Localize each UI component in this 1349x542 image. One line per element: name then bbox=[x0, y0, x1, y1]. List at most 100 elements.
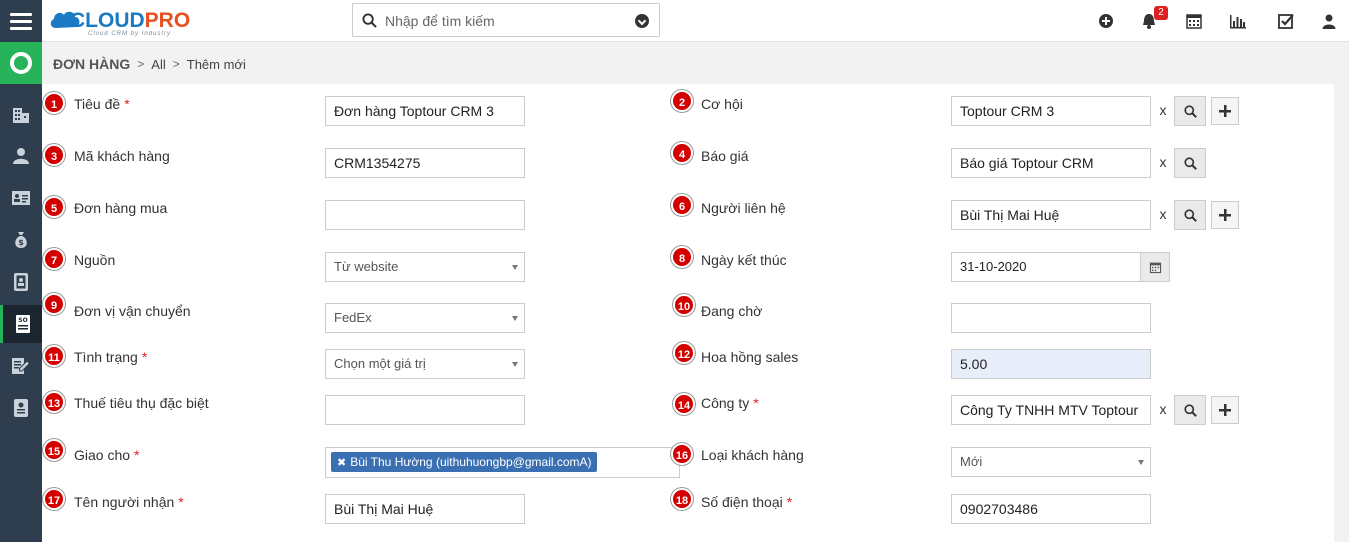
top-bar: CLOUDPRO Cloud CRM by Industry 2 bbox=[0, 0, 1349, 42]
carrier-select[interactable]: FedEx bbox=[325, 303, 525, 333]
carrier-label: Đơn vị vận chuyển bbox=[74, 303, 191, 319]
quote-input[interactable]: Báo giá Toptour CRM bbox=[951, 148, 1151, 178]
required-asterisk: * bbox=[753, 395, 759, 411]
home-icon[interactable] bbox=[0, 42, 42, 84]
add-contact-button[interactable] bbox=[1211, 201, 1239, 229]
caret-down-icon bbox=[512, 316, 518, 321]
clear-quote-button[interactable]: x bbox=[1152, 148, 1174, 178]
building-icon[interactable] bbox=[0, 96, 42, 134]
sales-commission-label: Hoa hồng sales bbox=[701, 349, 798, 365]
contact-label: Người liên hệ bbox=[701, 200, 786, 216]
search-icon[interactable] bbox=[362, 13, 377, 28]
edit-document-icon[interactable] bbox=[0, 347, 42, 385]
customer-type-select-value: Mới bbox=[960, 454, 983, 469]
assigned-to-label: Giao cho * bbox=[74, 447, 140, 463]
svg-text:SO: SO bbox=[18, 317, 27, 324]
contact-input[interactable]: Bùi Thị Mai Huệ bbox=[951, 200, 1151, 230]
title-input[interactable]: Đơn hàng Toptour CRM 3 bbox=[325, 96, 525, 126]
document-icon[interactable] bbox=[0, 389, 42, 427]
caret-down-icon bbox=[512, 265, 518, 270]
customer-type-select[interactable]: Mới bbox=[951, 447, 1151, 477]
end-date-input[interactable]: 31-10-2020 bbox=[951, 252, 1141, 282]
status-select[interactable]: Chọn một giá trị bbox=[325, 349, 525, 379]
end-date-label: Ngày kết thúc bbox=[701, 252, 787, 268]
required-asterisk: * bbox=[124, 96, 130, 112]
phone-input[interactable]: 0902703486 bbox=[951, 494, 1151, 524]
excise-tax-label-text: Thuế tiêu thụ đặc biệt bbox=[74, 395, 209, 411]
field-marker: 5 bbox=[43, 196, 65, 218]
search-contact-button[interactable] bbox=[1174, 200, 1206, 230]
pending-label: Đang chờ bbox=[701, 303, 762, 319]
chevron-down-icon[interactable] bbox=[635, 14, 649, 28]
field-marker: 12 bbox=[673, 342, 695, 364]
required-asterisk: * bbox=[134, 447, 140, 463]
logo[interactable]: CLOUDPRO Cloud CRM by Industry bbox=[48, 4, 200, 38]
chevron-right-icon: > bbox=[172, 57, 180, 71]
source-label-text: Nguồn bbox=[74, 252, 116, 268]
scroll-gutter bbox=[1334, 84, 1349, 542]
caret-down-icon bbox=[1138, 460, 1144, 465]
recipient-name-input[interactable]: Bùi Thị Mai Huệ bbox=[325, 494, 525, 524]
assigned-to-label-text: Giao cho bbox=[74, 447, 131, 463]
plus-icon bbox=[1219, 404, 1231, 416]
clear-company-button[interactable]: x bbox=[1152, 395, 1174, 425]
search-quote-button[interactable] bbox=[1174, 148, 1206, 178]
required-asterisk: * bbox=[786, 494, 793, 510]
breadcrumb-current: Thêm mới bbox=[186, 56, 246, 72]
sales-order-icon[interactable]: SO bbox=[0, 305, 42, 343]
person-icon[interactable] bbox=[0, 137, 42, 175]
add-opportunity-button[interactable] bbox=[1211, 97, 1239, 125]
source-select-value: Từ website bbox=[334, 259, 399, 274]
field-marker: 15 bbox=[43, 439, 65, 461]
breadcrumb-all[interactable]: All bbox=[151, 57, 165, 72]
hamburger-menu-icon[interactable] bbox=[0, 0, 42, 42]
search-opportunity-button[interactable] bbox=[1174, 96, 1206, 126]
company-input[interactable]: Công Ty TNHH MTV Toptour bbox=[951, 395, 1151, 425]
source-label: Nguồn bbox=[74, 252, 115, 268]
notification-badge[interactable]: 2 bbox=[1154, 6, 1168, 20]
pending-input[interactable] bbox=[951, 303, 1151, 333]
checkbox-icon[interactable] bbox=[1277, 12, 1295, 30]
title-label: Tiêu đề * bbox=[74, 96, 130, 112]
opportunity-label-text: Cơ hội bbox=[701, 96, 743, 112]
search-company-button[interactable] bbox=[1174, 395, 1206, 425]
source-select[interactable]: Từ website bbox=[325, 252, 525, 282]
recipient-name-label-text: Tên người nhận bbox=[74, 494, 175, 510]
contact-book-icon[interactable] bbox=[0, 263, 42, 301]
money-bag-icon[interactable]: $ bbox=[0, 221, 42, 259]
breadcrumb-module[interactable]: ĐƠN HÀNG bbox=[53, 56, 130, 72]
date-picker-button[interactable] bbox=[1140, 252, 1170, 282]
calendar-icon[interactable] bbox=[1185, 12, 1203, 30]
field-marker: 3 bbox=[43, 144, 65, 166]
add-company-button[interactable] bbox=[1211, 396, 1239, 424]
id-card-icon[interactable] bbox=[0, 179, 42, 217]
sales-commission-input[interactable]: 5.00 bbox=[951, 349, 1151, 379]
excise-tax-input[interactable] bbox=[325, 395, 525, 425]
search-input[interactable] bbox=[385, 10, 625, 32]
add-circle-icon[interactable] bbox=[1097, 12, 1115, 30]
bar-chart-icon[interactable] bbox=[1229, 12, 1247, 30]
field-marker: 11 bbox=[43, 345, 65, 367]
chevron-right-icon: > bbox=[137, 57, 145, 71]
purchase-order-input[interactable] bbox=[325, 200, 525, 230]
logo-text: CLOUDPRO bbox=[70, 9, 190, 33]
sidebar: $ SO bbox=[0, 42, 42, 542]
contact-label-text: Người liên hệ bbox=[701, 200, 786, 216]
customer-code-input[interactable]: CRM1354275 bbox=[325, 148, 525, 178]
sales-commission-label-text: Hoa hồng sales bbox=[701, 349, 799, 365]
title-label-text: Tiêu đề bbox=[74, 96, 121, 112]
clear-opportunity-button[interactable]: x bbox=[1152, 96, 1174, 126]
user-icon[interactable] bbox=[1320, 12, 1338, 30]
clear-contact-button[interactable]: x bbox=[1152, 200, 1174, 230]
remove-tag-icon[interactable]: ✖ bbox=[337, 457, 346, 469]
opportunity-input[interactable]: Toptour CRM 3 bbox=[951, 96, 1151, 126]
field-marker: 10 bbox=[673, 294, 695, 316]
status-label-text: Tình trạng bbox=[74, 349, 138, 365]
customer-code-label: Mã khách hàng bbox=[74, 148, 170, 164]
required-asterisk: * bbox=[141, 349, 148, 365]
field-marker: 18 bbox=[671, 488, 693, 510]
opportunity-label: Cơ hội bbox=[701, 96, 743, 112]
field-marker: 1 bbox=[43, 92, 65, 114]
assigned-user-tag[interactable]: ✖ Bùi Thu Hường (uithuhuongbp@gmail.comA) bbox=[331, 452, 597, 472]
field-marker: 6 bbox=[671, 194, 693, 216]
